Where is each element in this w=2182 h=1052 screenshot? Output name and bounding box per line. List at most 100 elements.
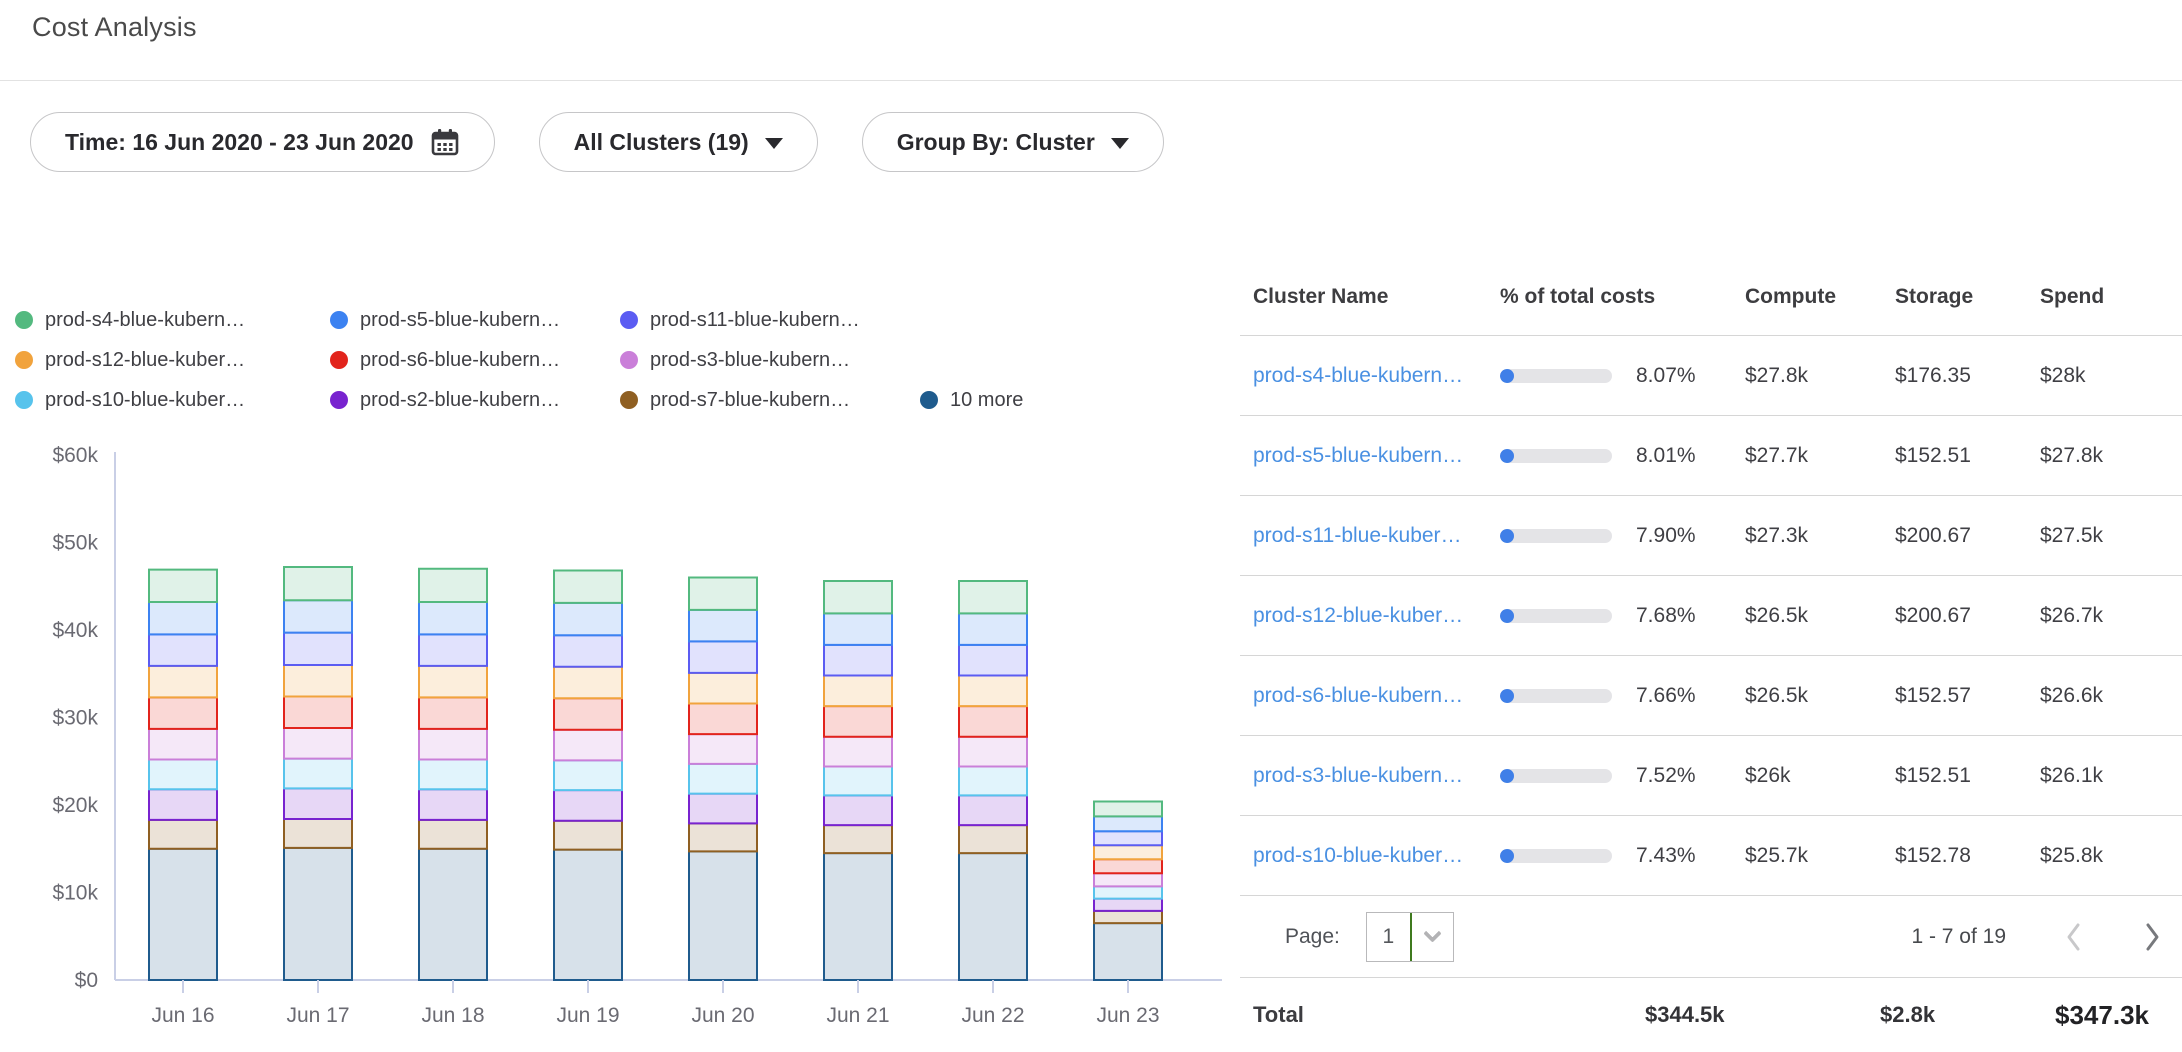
legend-item[interactable]: prod-s2-blue-kubern… — [330, 389, 620, 412]
bar-segment[interactable] — [824, 706, 892, 737]
bar-segment[interactable] — [419, 602, 487, 634]
page-select[interactable]: 1 — [1366, 912, 1454, 962]
bar-segment[interactable] — [554, 667, 622, 699]
bar-segment[interactable] — [554, 790, 622, 821]
bar-segment[interactable] — [419, 666, 487, 698]
bar-segment[interactable] — [1094, 899, 1162, 911]
bar-segment[interactable] — [959, 613, 1027, 645]
bar-segment[interactable] — [419, 789, 487, 820]
bar-segment[interactable] — [1094, 816, 1162, 831]
bar-segment[interactable] — [689, 578, 757, 610]
bar-segment[interactable] — [959, 825, 1027, 853]
bar-segment[interactable] — [1094, 831, 1162, 845]
legend-item[interactable]: prod-s3-blue-kubern… — [620, 349, 920, 372]
bar-segment[interactable] — [554, 850, 622, 980]
legend-item[interactable]: prod-s6-blue-kubern… — [330, 349, 620, 372]
bar-segment[interactable] — [554, 603, 622, 635]
bar-segment[interactable] — [149, 602, 217, 634]
bar-segment[interactable] — [689, 704, 757, 735]
bar-segment[interactable] — [149, 697, 217, 729]
bar-segment[interactable] — [554, 635, 622, 667]
bar-segment[interactable] — [419, 849, 487, 980]
bar-segment[interactable] — [284, 600, 352, 632]
bar-segment[interactable] — [959, 853, 1027, 980]
bar-segment[interactable] — [689, 641, 757, 673]
bar-segment[interactable] — [554, 821, 622, 850]
bar-segment[interactable] — [824, 853, 892, 980]
bar-segment[interactable] — [1094, 845, 1162, 859]
legend-item[interactable]: 10 more — [920, 389, 1023, 412]
bar-segment[interactable] — [824, 795, 892, 825]
time-range-filter[interactable]: Time: 16 Jun 2020 - 23 Jun 2020 — [30, 112, 495, 172]
bar-segment[interactable] — [824, 676, 892, 707]
bar-segment[interactable] — [149, 729, 217, 760]
bar-segment[interactable] — [284, 819, 352, 848]
bar-segment[interactable] — [554, 730, 622, 761]
bar-segment[interactable] — [824, 581, 892, 613]
bar-segment[interactable] — [824, 645, 892, 676]
bar-segment[interactable] — [824, 737, 892, 767]
bar-segment[interactable] — [149, 666, 217, 698]
bar-segment[interactable] — [149, 570, 217, 602]
legend-item[interactable]: prod-s7-blue-kubern… — [620, 389, 920, 412]
bar-segment[interactable] — [689, 794, 757, 824]
bar-segment[interactable] — [959, 581, 1027, 613]
legend-item[interactable]: prod-s4-blue-kubern… — [15, 309, 330, 332]
cluster-name-link[interactable]: prod-s3-blue-kubern… — [1253, 764, 1488, 788]
clusters-filter-dropdown[interactable]: All Clusters (19) — [539, 112, 818, 172]
bar-segment[interactable] — [959, 737, 1027, 767]
bar-segment[interactable] — [419, 760, 487, 790]
bar-segment[interactable] — [689, 734, 757, 764]
bar-segment[interactable] — [284, 759, 352, 789]
bar-segment[interactable] — [824, 613, 892, 645]
legend-item[interactable]: prod-s5-blue-kubern… — [330, 309, 620, 332]
cluster-name-link[interactable]: prod-s4-blue-kubern… — [1253, 364, 1488, 388]
cluster-name-link[interactable]: prod-s10-blue-kuber… — [1253, 844, 1488, 868]
bar-segment[interactable] — [959, 706, 1027, 737]
legend-item[interactable]: prod-s11-blue-kubern… — [620, 309, 920, 332]
bar-segment[interactable] — [149, 634, 217, 666]
bar-segment[interactable] — [284, 665, 352, 697]
next-page-button[interactable] — [2142, 921, 2162, 953]
bar-segment[interactable] — [959, 795, 1027, 825]
bar-segment[interactable] — [689, 764, 757, 794]
bar-segment[interactable] — [1094, 911, 1162, 923]
bar-segment[interactable] — [1094, 802, 1162, 817]
cluster-name-link[interactable]: prod-s11-blue-kuber… — [1253, 524, 1488, 548]
bar-segment[interactable] — [284, 697, 352, 729]
legend-item[interactable]: prod-s10-blue-kuber… — [15, 389, 330, 412]
bar-segment[interactable] — [284, 788, 352, 819]
bar-segment[interactable] — [1094, 859, 1162, 873]
bar-segment[interactable] — [1094, 873, 1162, 886]
cluster-name-link[interactable]: prod-s12-blue-kuber… — [1253, 604, 1488, 628]
bar-segment[interactable] — [284, 567, 352, 600]
bar-segment[interactable] — [149, 820, 217, 849]
bar-segment[interactable] — [554, 760, 622, 790]
bar-segment[interactable] — [419, 697, 487, 729]
bar-segment[interactable] — [284, 728, 352, 759]
bar-segment[interactable] — [1094, 923, 1162, 980]
bar-segment[interactable] — [689, 610, 757, 642]
bar-segment[interactable] — [554, 571, 622, 603]
bar-segment[interactable] — [689, 851, 757, 980]
bar-segment[interactable] — [284, 848, 352, 980]
cluster-name-link[interactable]: prod-s6-blue-kubern… — [1253, 684, 1488, 708]
bar-segment[interactable] — [959, 676, 1027, 707]
bar-segment[interactable] — [149, 760, 217, 790]
bar-segment[interactable] — [824, 767, 892, 796]
bar-segment[interactable] — [554, 698, 622, 730]
bar-segment[interactable] — [959, 645, 1027, 676]
bar-segment[interactable] — [959, 767, 1027, 796]
bar-segment[interactable] — [419, 820, 487, 849]
bar-segment[interactable] — [689, 673, 757, 704]
bar-segment[interactable] — [149, 849, 217, 980]
bar-segment[interactable] — [149, 789, 217, 820]
bar-segment[interactable] — [419, 569, 487, 602]
bar-segment[interactable] — [419, 729, 487, 760]
prev-page-button[interactable] — [2064, 921, 2084, 953]
bar-segment[interactable] — [824, 825, 892, 853]
bar-segment[interactable] — [284, 633, 352, 665]
bar-segment[interactable] — [1094, 886, 1162, 898]
group-by-dropdown[interactable]: Group By: Cluster — [862, 112, 1164, 172]
bar-segment[interactable] — [689, 823, 757, 851]
